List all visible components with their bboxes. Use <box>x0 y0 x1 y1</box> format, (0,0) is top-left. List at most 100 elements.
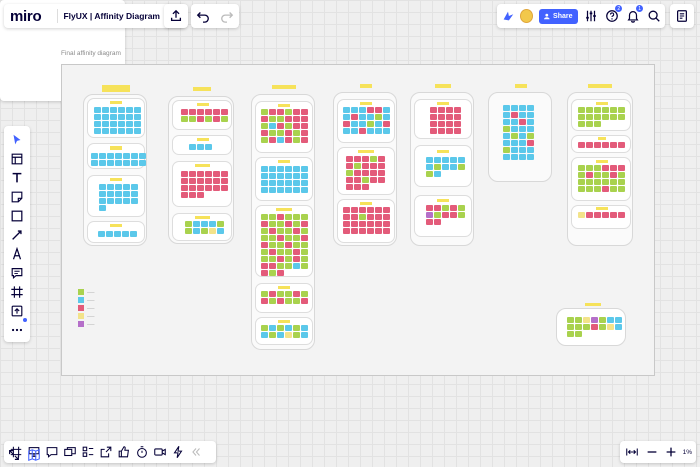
sticky-note[interactable] <box>139 153 146 159</box>
sticky-note[interactable] <box>450 164 457 170</box>
sticky-note[interactable] <box>594 186 601 192</box>
sticky-note[interactable] <box>107 184 114 190</box>
sticky-note[interactable] <box>301 249 308 255</box>
sticky-note[interactable] <box>370 156 377 162</box>
sticky-note[interactable] <box>503 140 510 146</box>
sticky-note[interactable] <box>346 163 353 169</box>
sticky-note[interactable] <box>370 163 377 169</box>
sticky-note[interactable] <box>99 191 106 197</box>
sticky-note[interactable] <box>602 142 609 148</box>
sticky-note[interactable] <box>285 256 292 262</box>
sticky-note[interactable] <box>139 160 146 166</box>
sticky-note[interactable] <box>446 114 453 120</box>
export-button[interactable] <box>164 4 188 28</box>
settings-sliders-icon[interactable] <box>584 8 599 24</box>
sticky-note[interactable] <box>293 298 300 304</box>
sticky-note[interactable] <box>205 185 212 191</box>
sticky-note[interactable] <box>269 235 276 241</box>
sticky-note[interactable] <box>293 116 300 122</box>
upload-tool-icon[interactable] <box>8 303 26 319</box>
sticky-note[interactable] <box>578 179 585 185</box>
sticky-note[interactable] <box>131 191 138 197</box>
sticky-note[interactable] <box>586 186 593 192</box>
sticky-note[interactable] <box>375 121 382 127</box>
sticky-note[interactable] <box>122 231 129 237</box>
sticky-note[interactable] <box>354 163 361 169</box>
sticky-note[interactable] <box>293 325 300 331</box>
sticky-note[interactable] <box>94 107 101 113</box>
sticky-note[interactable] <box>343 228 350 234</box>
sticky-note[interactable] <box>618 179 625 185</box>
sticky-note[interactable] <box>575 317 582 323</box>
sticky-note[interactable] <box>430 128 437 134</box>
sticky-note[interactable] <box>181 178 188 184</box>
sticky-note[interactable] <box>261 221 268 227</box>
sticky-note[interactable] <box>261 249 268 255</box>
sticky-note[interactable] <box>261 263 268 269</box>
cluster-group[interactable] <box>172 213 232 241</box>
zoom-out-icon[interactable] <box>644 444 660 460</box>
sticky-note[interactable] <box>94 114 101 120</box>
sticky-note[interactable] <box>277 325 284 331</box>
sticky-note[interactable] <box>618 212 625 218</box>
sticky-note[interactable] <box>610 165 617 171</box>
sticky-note[interactable] <box>511 147 518 153</box>
sticky-note[interactable] <box>277 242 284 248</box>
sticky-note[interactable] <box>293 109 300 115</box>
sticky-note[interactable] <box>511 119 518 125</box>
sticky-note[interactable] <box>293 228 300 234</box>
sticky-note[interactable] <box>442 164 449 170</box>
sticky-note[interactable] <box>343 114 350 120</box>
sticky-note[interactable] <box>567 324 574 330</box>
select-cursor-icon[interactable] <box>8 132 26 148</box>
sticky-note[interactable] <box>503 119 510 125</box>
sticky-note[interactable] <box>277 109 284 115</box>
sticky-note[interactable] <box>301 214 308 220</box>
sticky-note[interactable] <box>586 165 593 171</box>
sticky-note[interactable] <box>351 221 358 227</box>
sticky-note[interactable] <box>434 157 441 163</box>
sticky-note[interactable] <box>269 332 276 338</box>
sticky-note[interactable] <box>126 128 133 134</box>
sticky-note[interactable] <box>367 107 374 113</box>
sticky-note[interactable] <box>261 256 268 262</box>
cluster-standalone[interactable] <box>556 303 626 346</box>
sticky-note[interactable] <box>610 179 617 185</box>
sticky-note[interactable] <box>346 177 353 183</box>
sticky-note[interactable] <box>578 114 585 120</box>
sticky-note[interactable] <box>261 242 268 248</box>
sticky-note[interactable] <box>99 153 106 159</box>
sticky-note[interactable] <box>285 130 292 136</box>
sticky-note[interactable] <box>519 140 526 146</box>
sticky-note[interactable] <box>446 128 453 134</box>
sticky-note[interactable] <box>454 114 461 120</box>
sticky-note[interactable] <box>269 166 276 172</box>
notifications-icon[interactable]: 1 <box>625 5 644 24</box>
sticky-note[interactable] <box>351 114 358 120</box>
sticky-note[interactable] <box>205 109 212 115</box>
sticky-note[interactable] <box>221 109 228 115</box>
sticky-note[interactable] <box>434 171 441 177</box>
sticky-note[interactable] <box>602 212 609 218</box>
sticky-note[interactable] <box>110 121 117 127</box>
sticky-note[interactable] <box>123 191 130 197</box>
cluster-group[interactable] <box>337 199 395 243</box>
sticky-note[interactable] <box>430 121 437 127</box>
sticky-note[interactable] <box>375 207 382 213</box>
sticky-note[interactable] <box>367 121 374 127</box>
sticky-note[interactable] <box>362 163 369 169</box>
sticky-note[interactable] <box>519 154 526 160</box>
sticky-note[interactable] <box>102 114 109 120</box>
sticky-note[interactable] <box>221 178 228 184</box>
sticky-note[interactable] <box>185 228 192 234</box>
sticky-note[interactable] <box>301 221 308 227</box>
sticky-note[interactable] <box>197 116 204 122</box>
sticky-note[interactable] <box>114 231 121 237</box>
sticky-note[interactable] <box>567 317 574 323</box>
sticky-note[interactable] <box>527 126 534 132</box>
sticky-note[interactable] <box>293 221 300 227</box>
sticky-note[interactable] <box>221 185 228 191</box>
sticky-note[interactable] <box>221 171 228 177</box>
sticky-note[interactable] <box>438 107 445 113</box>
sticky-note[interactable] <box>454 107 461 113</box>
